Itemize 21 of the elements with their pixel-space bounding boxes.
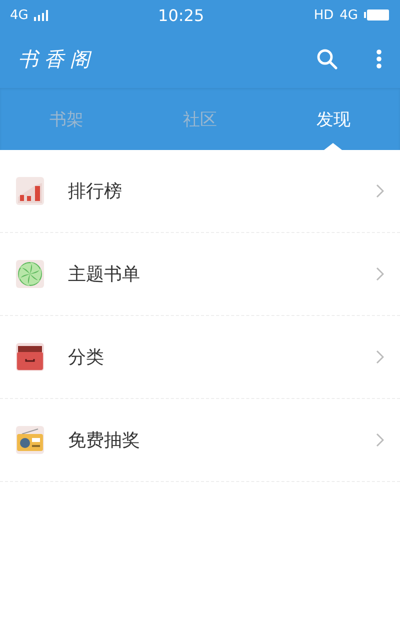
network-label: 4G bbox=[340, 8, 358, 22]
more-menu-icon[interactable] bbox=[376, 49, 382, 69]
menu-item-label[interactable]: 分类 bbox=[68, 345, 376, 369]
menu-item-label[interactable]: 免费抽奖 bbox=[68, 428, 376, 452]
chevron-icon bbox=[376, 433, 384, 447]
network-label: 4G bbox=[10, 8, 28, 22]
radio-icon bbox=[16, 426, 44, 454]
drawer-icon bbox=[16, 343, 44, 371]
chevron-icon bbox=[376, 184, 384, 198]
menu-item-label[interactable]: 主题书单 bbox=[68, 262, 376, 286]
menu-item-label[interactable]: 排行榜 bbox=[68, 179, 376, 203]
bar-chart-icon bbox=[16, 177, 44, 205]
candy-icon bbox=[16, 260, 44, 288]
app-logo: 书香阁 bbox=[18, 46, 97, 72]
search-icon[interactable] bbox=[316, 48, 338, 70]
chevron-icon bbox=[376, 267, 384, 281]
battery-icon bbox=[364, 9, 390, 21]
chevron-icon bbox=[376, 350, 384, 364]
hd-label: HD bbox=[314, 8, 334, 22]
clock-time: 10:25 bbox=[157, 6, 206, 24]
signal-icon bbox=[34, 10, 48, 20]
